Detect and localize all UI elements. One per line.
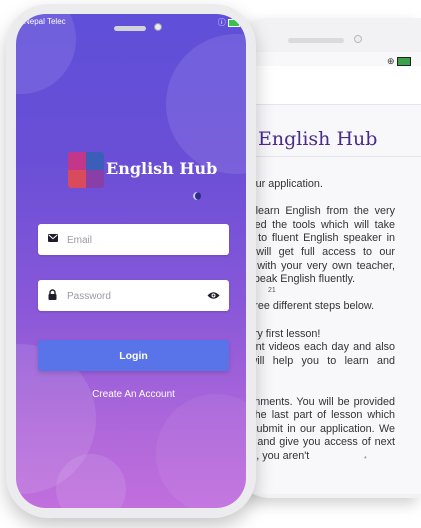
document-title: English Hub [258, 128, 378, 150]
email-field[interactable] [38, 224, 229, 257]
page-marker-secondary: * [364, 456, 367, 463]
camera-icon [354, 35, 362, 43]
speaker-grille [114, 26, 146, 31]
login-screen: Nepal Telec ⓘ English Hub Email Login Cr… [16, 14, 246, 508]
camera-icon [154, 23, 162, 31]
decor-circle [166, 34, 246, 174]
decor-circle [56, 454, 126, 508]
page-marker: 21 [268, 287, 276, 294]
moon-icon [193, 192, 201, 200]
app-logo [68, 152, 104, 188]
decor-circle [156, 394, 246, 508]
info-icon: ⓘ [217, 18, 226, 27]
password-field[interactable] [38, 280, 229, 313]
email-icon [48, 234, 58, 242]
login-button[interactable]: Login [38, 340, 229, 371]
divider [232, 156, 421, 157]
battery-icon [228, 18, 240, 27]
status-icons: ⓘ [218, 17, 240, 28]
document-viewport[interactable]: English Hub Thank you for downloading ou… [232, 52, 421, 498]
speaker-grille [288, 38, 344, 43]
password-input[interactable] [65, 280, 209, 313]
carrier-label: Nepal Telec [24, 17, 66, 26]
eye-icon[interactable] [207, 291, 220, 300]
document-body: Thank you for downloading our applicatio… [232, 178, 396, 462]
email-input[interactable] [65, 224, 209, 257]
create-account-link[interactable]: Create An Account [38, 389, 229, 400]
decor-circle [16, 14, 76, 94]
brand-name: English Hub [106, 159, 218, 178]
front-phone: Nepal Telec ⓘ English Hub Email Login Cr… [6, 4, 256, 518]
lock-icon [48, 289, 57, 300]
